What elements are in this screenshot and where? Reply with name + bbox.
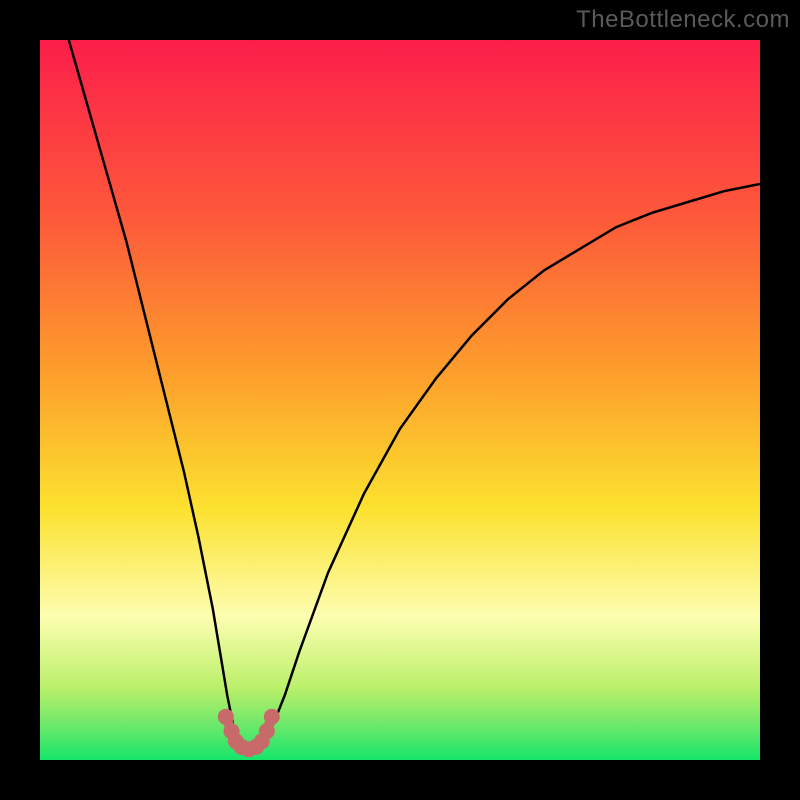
chart-frame: TheBottleneck.com bbox=[0, 0, 800, 800]
valley-marker bbox=[218, 709, 234, 725]
curve-layer bbox=[40, 40, 760, 760]
plot-area bbox=[40, 40, 760, 760]
bottleneck-curve bbox=[69, 40, 760, 749]
valley-marker bbox=[264, 709, 280, 725]
valley-marker bbox=[259, 723, 275, 739]
watermark-text: TheBottleneck.com bbox=[576, 6, 790, 34]
